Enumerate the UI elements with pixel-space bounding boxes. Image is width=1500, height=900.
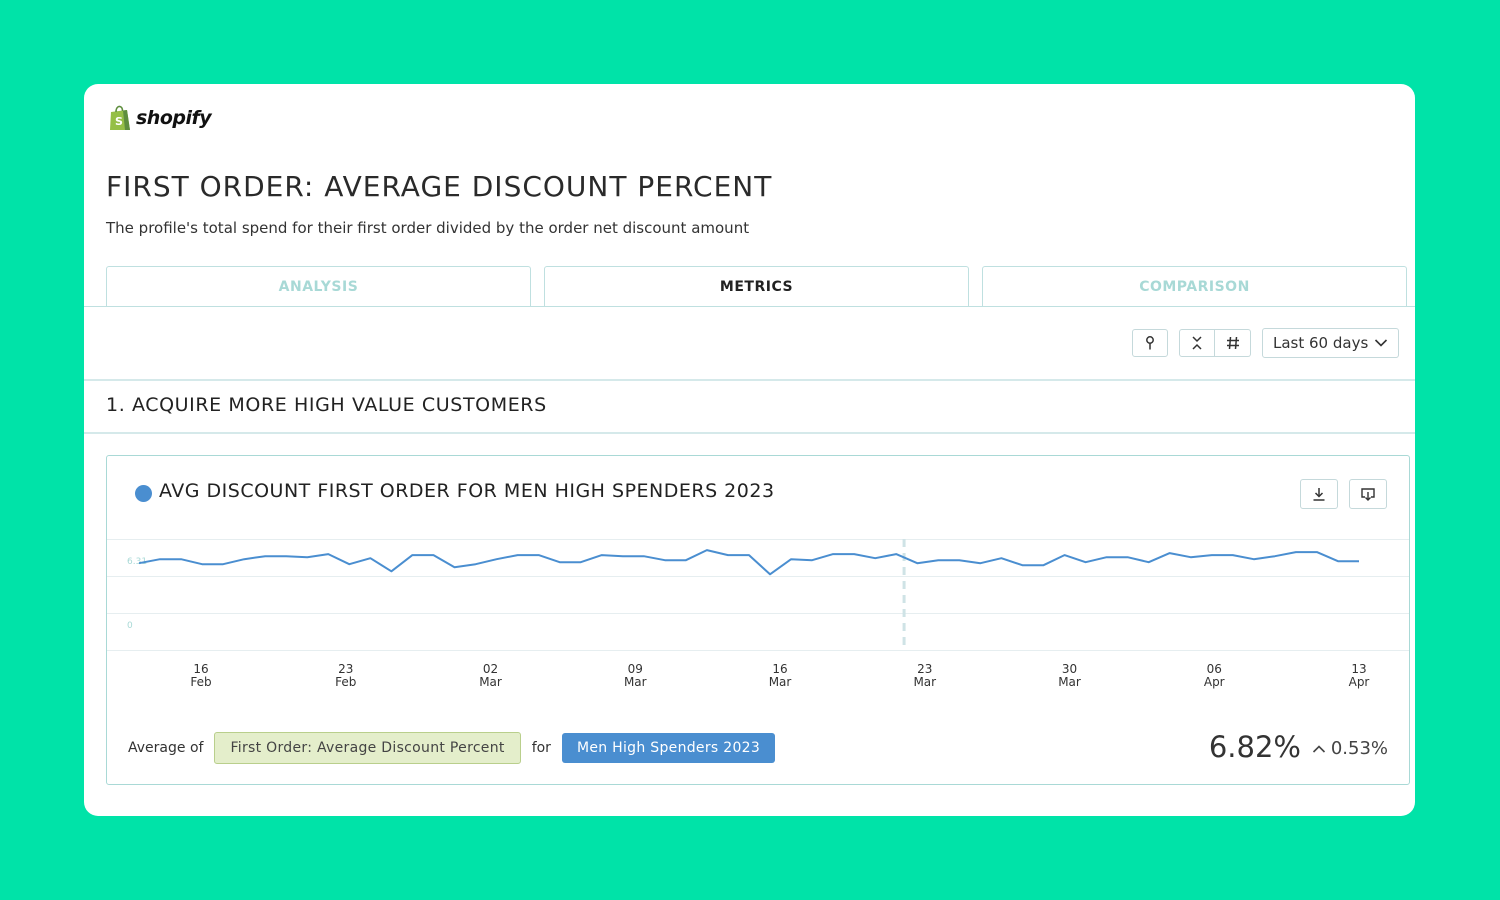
hash-icon <box>1226 336 1239 350</box>
x-tick-month: Feb <box>190 675 211 689</box>
tab-analysis[interactable]: ANALYSIS <box>106 266 531 306</box>
x-tick-day: 23 <box>917 662 932 676</box>
date-range-select[interactable]: Last 60 days <box>1262 328 1399 358</box>
metric-value: 6.82% <box>1208 730 1301 764</box>
x-tick-day: 09 <box>628 662 643 676</box>
line-chart: 6.31016Feb23Feb02Mar09Mar16Mar23Mar30Mar… <box>107 539 1409 689</box>
metric-delta: 0.53% <box>1312 738 1388 759</box>
x-tick-day: 30 <box>1062 662 1077 676</box>
segment-chip[interactable]: Men High Spenders 2023 <box>561 733 776 763</box>
x-tick-day: 13 <box>1351 662 1366 676</box>
pin-button[interactable] <box>1132 329 1168 357</box>
x-tick-month: Apr <box>1204 675 1225 689</box>
average-of-label: Average of <box>128 740 204 756</box>
download-icon <box>1313 488 1325 501</box>
metric-detail-card: S shopify FIRST ORDER: AVERAGE DISCOUNT … <box>84 84 1415 816</box>
hash-button[interactable] <box>1215 329 1251 357</box>
section-title: 1. ACQUIRE MORE HIGH VALUE CUSTOMERS <box>106 394 547 416</box>
page-title: FIRST ORDER: AVERAGE DISCOUNT PERCENT <box>106 170 773 203</box>
x-tick-day: 23 <box>338 662 353 676</box>
tab-bar: ANALYSIS METRICS COMPARISON <box>106 266 1410 306</box>
x-tick-month: Mar <box>769 675 792 689</box>
pin-icon <box>1146 336 1154 350</box>
shopify-wordmark: shopify <box>136 107 212 129</box>
tab-comparison[interactable]: COMPARISON <box>982 266 1407 306</box>
y-tick-label: 0 <box>127 621 133 631</box>
metric-delta-value: 0.53% <box>1330 738 1388 759</box>
x-tick-month: Feb <box>335 675 356 689</box>
toolbar: Last 60 days <box>1132 328 1399 358</box>
tab-comparison-label: COMPARISON <box>1139 278 1250 295</box>
metric-summary: Average of First Order: Average Discount… <box>128 732 776 764</box>
view-toggle-group <box>1179 329 1251 357</box>
tab-metrics[interactable]: METRICS <box>544 266 969 306</box>
series-line <box>138 549 1359 576</box>
x-tick-month: Mar <box>913 675 936 689</box>
download-button[interactable] <box>1300 479 1338 509</box>
x-tick-day: 16 <box>193 662 208 676</box>
x-tick-month: Mar <box>624 675 647 689</box>
tab-metrics-label: METRICS <box>719 278 794 295</box>
tabs-divider <box>84 306 1415 307</box>
x-tick-day: 16 <box>772 662 787 676</box>
export-icon <box>1361 488 1375 501</box>
date-range-label: Last 60 days <box>1273 334 1369 352</box>
collapse-icon <box>1192 336 1202 350</box>
collapse-button[interactable] <box>1179 329 1215 357</box>
x-tick-month: Mar <box>1058 675 1081 689</box>
x-tick-month: Apr <box>1349 675 1370 689</box>
export-button[interactable] <box>1349 479 1387 509</box>
x-tick-day: 02 <box>483 662 498 676</box>
section-divider-bottom <box>84 432 1415 434</box>
tab-analysis-label: ANALYSIS <box>278 278 359 295</box>
shopify-logo: S shopify <box>108 104 212 132</box>
metric-card: AVG DISCOUNT FIRST ORDER FOR MEN HIGH SP… <box>106 455 1410 785</box>
shopify-bag-icon: S <box>110 105 130 130</box>
series-color-dot <box>135 485 152 502</box>
x-tick-day: 06 <box>1207 662 1222 676</box>
svg-text:S: S <box>115 115 123 128</box>
x-tick-month: Mar <box>479 675 502 689</box>
chevron-down-icon <box>1374 339 1388 347</box>
chevron-up-icon <box>1312 744 1325 753</box>
metric-title: AVG DISCOUNT FIRST ORDER FOR MEN HIGH SP… <box>159 480 775 502</box>
for-label: for <box>531 740 551 756</box>
section-divider-top <box>84 379 1415 381</box>
page-description: The profile's total spend for their firs… <box>106 219 750 237</box>
metric-chip[interactable]: First Order: Average Discount Percent <box>214 732 521 764</box>
